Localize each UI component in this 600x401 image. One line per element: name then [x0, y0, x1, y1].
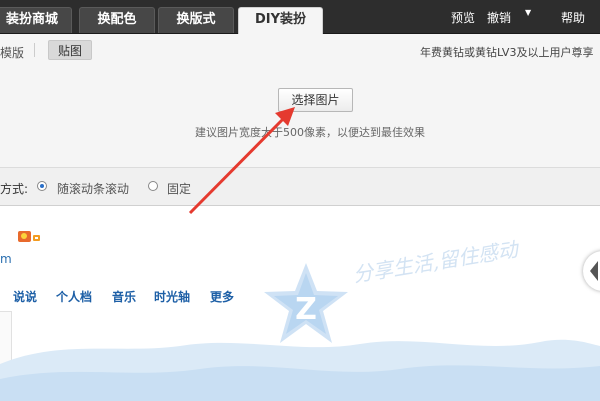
scroll-mode-row: 方式: 随滚动条滚动 固定: [0, 168, 600, 205]
preview-link[interactable]: 预览: [451, 9, 475, 26]
radio-scroll-with-page-label[interactable]: 随滚动条滚动: [57, 180, 129, 197]
chevron-left-icon[interactable]: [590, 261, 598, 281]
tab-diy-decoration[interactable]: DIY装扮: [238, 7, 323, 34]
qzone-logo-icon: [18, 231, 40, 242]
upload-hint: 建议图片宽度大于500像素，以便达到最佳效果: [195, 126, 425, 139]
vip-notice: 年费黄钻或黄钻LV3及以上用户尊享: [420, 46, 594, 59]
radio-scroll-with-page[interactable]: [37, 181, 47, 191]
preview-area: m 说说 个人档 音乐 时光轴 更多 Z 分享生活,留住感动: [0, 205, 600, 401]
nav-item-profile[interactable]: 个人档: [56, 288, 92, 305]
undo-link[interactable]: 撤销: [487, 9, 511, 26]
tab-change-color[interactable]: 换配色: [79, 7, 155, 33]
help-link[interactable]: 帮助: [561, 9, 585, 26]
svg-text:Z: Z: [295, 292, 317, 327]
subtab-divider: [34, 43, 35, 57]
tab-decoration-mall[interactable]: 装扮商城: [0, 7, 72, 33]
radio-fixed-label[interactable]: 固定: [167, 180, 191, 197]
choose-image-button[interactable]: 选择图片: [278, 88, 353, 112]
nav-item-shuoshuo[interactable]: 说说: [13, 288, 37, 305]
top-tab-bar: 装扮商城 换配色 换版式 DIY装扮 预览 撤销 ▼ 帮助: [0, 0, 600, 34]
subtab-template[interactable]: 模版: [0, 44, 24, 61]
nav-item-timeline[interactable]: 时光轴: [154, 288, 190, 305]
chevron-down-icon[interactable]: ▼: [525, 8, 531, 17]
subtab-sticker[interactable]: 贴图: [48, 40, 92, 60]
sub-tab-row: 模版 贴图 年费黄钻或黄钻LV3及以上用户尊享: [0, 34, 600, 66]
slogan-text: 分享生活,留住感动: [351, 237, 520, 287]
scroll-mode-label: 方式:: [0, 182, 29, 196]
nav-item-more[interactable]: 更多: [210, 288, 234, 305]
domain-fragment[interactable]: m: [0, 252, 12, 266]
radio-fixed[interactable]: [148, 181, 158, 191]
cloud-background: [0, 339, 600, 401]
tab-change-layout[interactable]: 换版式: [158, 7, 234, 33]
nav-item-music[interactable]: 音乐: [112, 288, 136, 305]
